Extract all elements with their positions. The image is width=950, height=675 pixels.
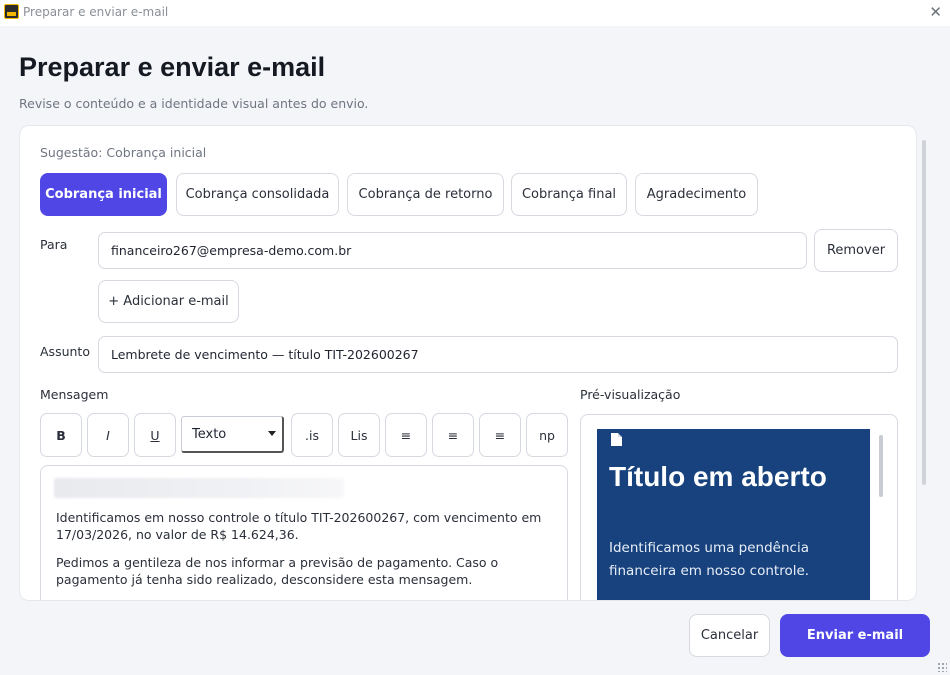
preview-hero: Título em aberto Identificamos uma pendê… [597,429,870,600]
send-email-button[interactable]: Enviar e-mail [780,614,930,657]
underline-button[interactable]: U [134,413,176,457]
app-logo-icon [4,4,19,19]
email-preview: Título em aberto Identificamos uma pendê… [580,414,898,600]
message-editor[interactable]: Identificamos em nosso controle o título… [40,465,568,600]
message-label: Mensagem [40,387,109,402]
toolbar-button-more[interactable]: np [526,413,568,457]
subject-input[interactable]: Lembrete de vencimento — título TIT-2026… [98,336,898,373]
toolbar-button-1[interactable]: .is [291,413,333,457]
tab-agradecimento[interactable]: Agradecimento [635,173,758,216]
to-label: Para [40,237,68,252]
tab-cobranca-retorno[interactable]: Cobrança de retorno [347,173,504,216]
tab-cobranca-inicial[interactable]: Cobrança inicial [40,173,167,216]
suggestion-label: Sugestão: Cobrança inicial [40,145,207,160]
to-email-input[interactable]: financeiro267@empresa-demo.com.br [98,232,807,269]
bold-button[interactable]: B [40,413,82,457]
preview-scrollbar[interactable] [879,435,883,497]
window-title: Preparar e enviar e-mail [23,5,169,19]
preview-hero-title: Título em aberto [609,461,827,492]
tab-cobranca-final[interactable]: Cobrança final [511,173,627,216]
toolbar-button-2[interactable]: Lis [338,413,380,457]
document-icon [611,433,622,446]
resize-grip-icon[interactable] [937,662,947,672]
message-paragraph-2: Pedimos a gentileza de nos informar a pr… [56,555,499,587]
cancel-button[interactable]: Cancelar [689,614,770,657]
page-title: Preparar e enviar e-mail [19,52,326,82]
page-subtitle: Revise o conteúdo e a identidade visual … [19,96,369,111]
message-paragraph-1: Identificamos em nosso controle o título… [56,510,542,542]
preview-hero-text: Identificamos uma pendência financeira e… [609,540,810,579]
blurred-greeting [54,478,344,498]
tab-cobranca-consolidada[interactable]: Cobrança consolidada [176,173,339,216]
page-scrollbar[interactable] [922,140,926,485]
chevron-down-icon [268,431,276,436]
email-form-card: Sugestão: Cobrança inicial Cobrança inic… [19,125,917,601]
align-center-button[interactable]: ≡ [432,413,474,457]
text-format-value: Texto [192,426,227,442]
text-format-select[interactable]: Texto [181,416,284,453]
close-icon[interactable]: ✕ [929,3,942,21]
align-right-button[interactable]: ≡ [479,413,521,457]
align-left-button[interactable]: ≡ [385,413,427,457]
preview-label: Pré-visualização [580,387,681,402]
subject-label: Assunto [40,344,90,359]
add-email-button[interactable]: + Adicionar e-mail [98,280,239,323]
remove-email-button[interactable]: Remover [814,229,898,272]
window-titlebar: Preparar e enviar e-mail ✕ [0,0,950,26]
italic-button[interactable]: I [87,413,129,457]
